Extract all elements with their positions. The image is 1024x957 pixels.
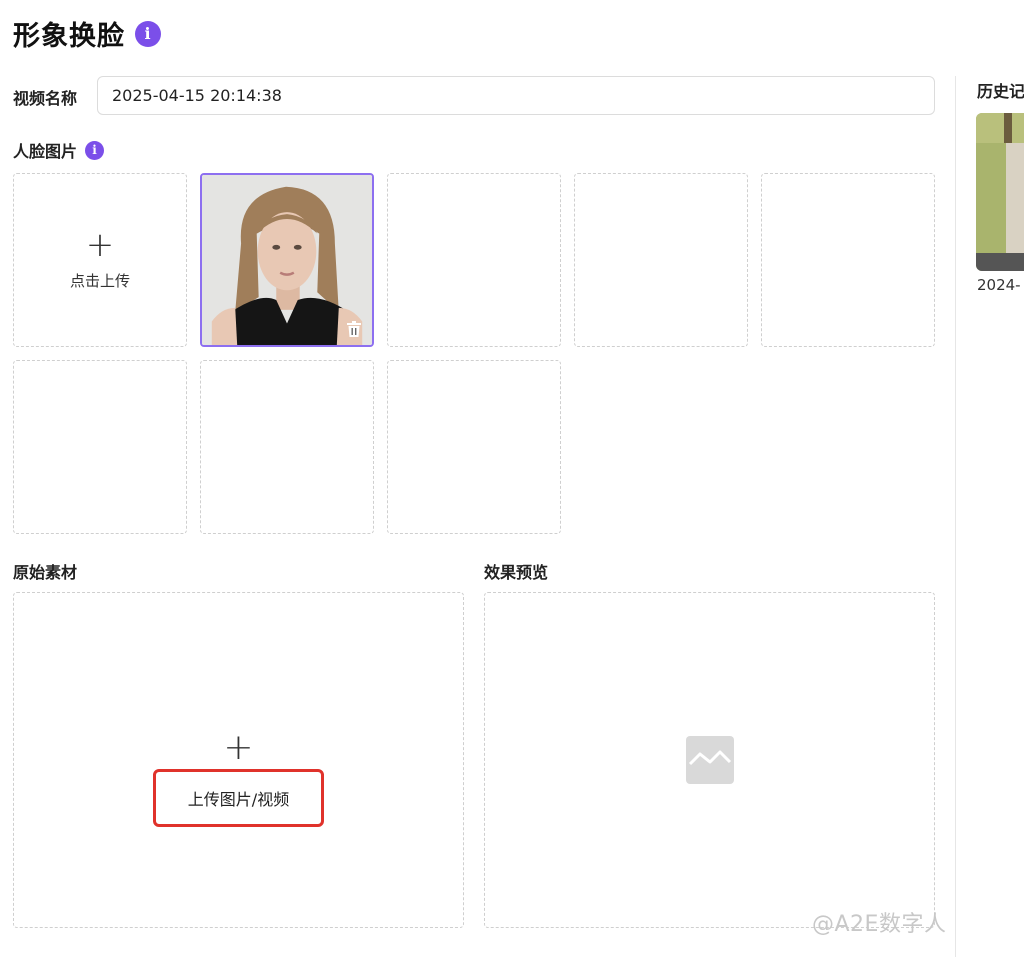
history-label: 历史记 [977,82,1024,101]
sidebar-divider [955,76,956,957]
video-name-label: 视频名称 [13,89,78,108]
history-thumbnail[interactable] [976,113,1024,271]
face-image-slot-empty [574,173,748,347]
face-image-slot-empty [387,360,561,534]
face-upload-slot[interactable]: + 点击上传 [13,173,187,347]
history-date: 2024- [977,276,1021,294]
info-icon[interactable]: i [135,20,161,47]
face-image-slot-empty [761,173,935,347]
page-title-text: 形象换脸 [13,21,125,52]
face-info-icon[interactable]: i [85,140,105,160]
history-thumbnail-image [976,113,1024,271]
face-image-slot-empty [200,360,374,534]
face-image-slot-empty [387,173,561,347]
preview-area [484,592,935,928]
source-material-label: 原始素材 [13,563,78,582]
preview-label: 效果预览 [484,563,549,582]
face-image-slot-selected[interactable] [200,173,374,347]
face-images-label: 人脸图片 i [13,138,105,162]
source-upload-area[interactable]: + 上传图片/视频 [13,592,464,928]
face-images-label-text: 人脸图片 [13,142,78,161]
video-name-input[interactable] [97,76,935,115]
watermark: @A2E数字人 [812,912,947,937]
face-image-slot-empty [13,360,187,534]
upload-media-button[interactable]: 上传图片/视频 [152,769,325,827]
image-placeholder-icon [686,736,734,784]
trash-icon[interactable] [344,319,364,339]
page-title: 形象换脸 i [13,14,161,53]
face-upload-label: 点击上传 [69,271,130,290]
plus-icon: + [223,727,254,768]
plus-icon: + [85,224,115,265]
